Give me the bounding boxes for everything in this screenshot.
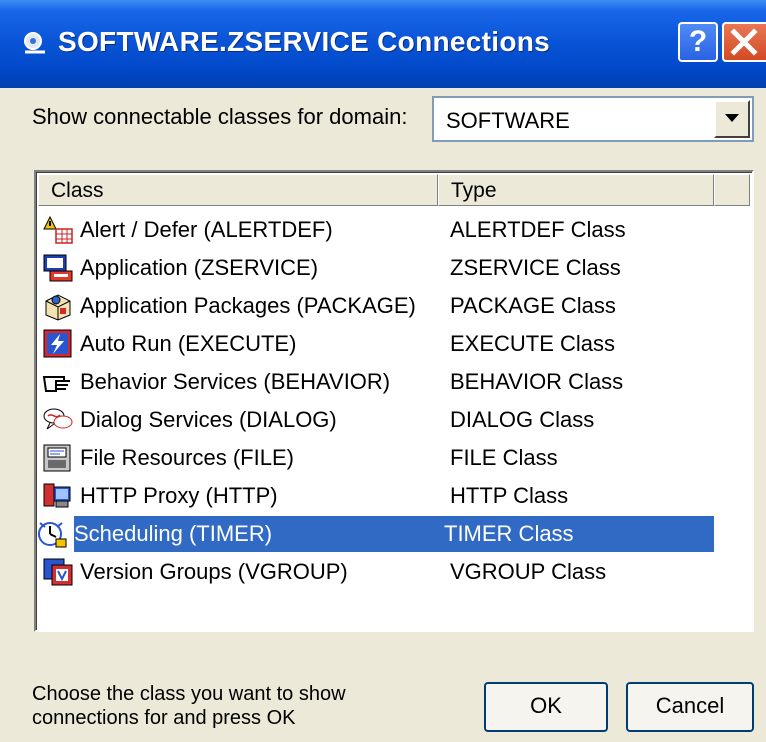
ok-button[interactable]: OK: [484, 682, 608, 732]
list-item[interactable]: Dialog Services (DIALOG) DIALOG Class: [42, 402, 748, 438]
list-item-type: BEHAVIOR Class: [450, 369, 624, 394]
list-item-name: Version Groups (VGROUP): [80, 559, 348, 584]
alert-defer-icon: [43, 215, 73, 244]
list-item-name: HTTP Proxy (HTTP): [80, 483, 278, 508]
auto-run-icon: [43, 329, 72, 358]
title-bar[interactable]: SOFTWARE.ZSERVICE Connections ?: [0, 0, 766, 88]
close-icon: [730, 28, 758, 56]
list-item[interactable]: Application (ZSERVICE) ZSERVICE Class: [42, 250, 748, 286]
list-item-name: Alert / Defer (ALERTDEF): [80, 217, 333, 242]
list-item-type: EXECUTE Class: [450, 331, 616, 356]
list-item-type: TIMER Class: [444, 521, 574, 546]
column-header-class[interactable]: Class: [38, 174, 438, 206]
list-item[interactable]: Auto Run (EXECUTE) EXECUTE Class: [42, 326, 748, 362]
dialog-icon: [43, 408, 73, 430]
list-item[interactable]: File Resources (FILE) FILE Class: [42, 440, 748, 476]
scheduling-icon: [38, 522, 67, 548]
list-item-type: HTTP Class: [450, 483, 569, 508]
connections-dialog: SOFTWARE.ZSERVICE Connections ? Show con…: [0, 0, 766, 742]
chevron-down-icon: [725, 114, 739, 122]
list-item-name: Application (ZSERVICE): [80, 255, 319, 280]
connections-app-icon: [24, 32, 45, 54]
list-item-name: Dialog Services (DIALOG): [80, 407, 337, 432]
list-item-name: File Resources (FILE): [80, 445, 294, 470]
close-button[interactable]: [722, 22, 766, 62]
list-item-type: FILE Class: [450, 445, 558, 470]
list-item[interactable]: Behavior Services (BEHAVIOR) BEHAVIOR Cl…: [42, 364, 748, 400]
list-header: Class Type: [38, 174, 750, 206]
http-proxy-icon: [43, 483, 71, 508]
cancel-button[interactable]: Cancel: [626, 682, 754, 732]
dropdown-arrow-button[interactable]: [714, 100, 750, 138]
list-item-name: Behavior Services (BEHAVIOR): [80, 369, 391, 394]
list-item-type: PACKAGE Class: [450, 293, 616, 318]
list-item-type: ZSERVICE Class: [450, 255, 621, 280]
column-header-type[interactable]: Type: [438, 174, 714, 206]
list-item-type: DIALOG Class: [450, 407, 595, 432]
help-button[interactable]: ?: [678, 22, 718, 62]
list-item[interactable]: Version Groups (VGROUP) VGROUP Class: [42, 554, 748, 590]
class-list[interactable]: Class Type Alert / Defer (ALERTDEF) ALER…: [34, 170, 754, 632]
help-icon: ?: [688, 25, 708, 58]
list-item-selected[interactable]: Scheduling (TIMER) TIMER Class: [38, 516, 714, 552]
domain-label: Show connectable classes for domain:: [32, 104, 408, 129]
list-item[interactable]: HTTP Proxy (HTTP) HTTP Class: [42, 478, 748, 514]
file-resources-icon: [43, 444, 71, 472]
domain-dropdown[interactable]: SOFTWARE: [432, 96, 754, 142]
list-item-name: Application Packages (PACKAGE): [80, 293, 416, 318]
list-item[interactable]: Application Packages (PACKAGE) PACKAGE C…: [42, 288, 748, 324]
domain-dropdown-value: SOFTWARE: [446, 108, 570, 133]
version-groups-icon: [43, 558, 73, 586]
window-title: SOFTWARE.ZSERVICE Connections: [58, 26, 551, 57]
list-item-type: VGROUP Class: [450, 559, 607, 584]
list-item-type: ALERTDEF Class: [450, 217, 626, 242]
list-item[interactable]: Alert / Defer (ALERTDEF) ALERTDEF Class: [42, 212, 748, 248]
instruction-text: Choose the class you want to show connec…: [32, 683, 346, 729]
list-item-name: Auto Run (EXECUTE): [80, 331, 297, 356]
list-item-name: Scheduling (TIMER): [74, 521, 273, 546]
application-icon: [43, 254, 73, 282]
package-icon: [45, 294, 71, 321]
behavior-hand-icon: [42, 376, 70, 392]
column-header-filler: [714, 174, 750, 206]
